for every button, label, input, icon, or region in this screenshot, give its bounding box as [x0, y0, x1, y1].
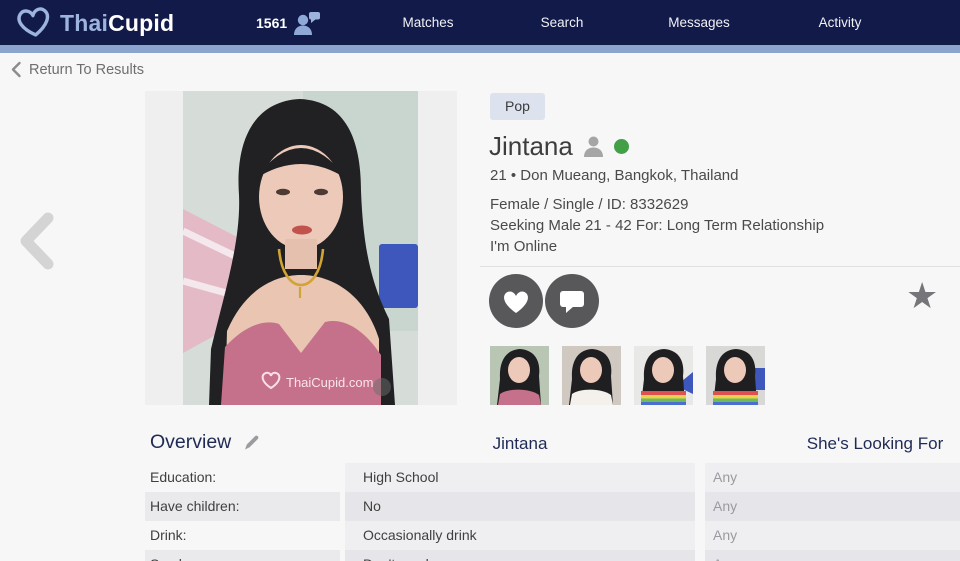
thumbnail-photo-4[interactable]: [706, 346, 765, 405]
chevron-left-icon: [10, 61, 22, 78]
profile-meta: Female / Single / ID: 8332629 Seeking Ma…: [490, 194, 824, 257]
table-row-drink: Drink: Occasionally drink Any: [0, 521, 960, 550]
message-button[interactable]: [545, 274, 599, 328]
heart-outline-icon: [14, 4, 54, 42]
panel-divider: [480, 266, 960, 267]
overview-table: Education: High School Any Have children…: [0, 463, 960, 561]
person-icon: [582, 135, 605, 158]
table-row-education: Education: High School Any: [0, 463, 960, 492]
overview-section-header: Overview: [150, 431, 261, 454]
looking-for-column-header: She's Looking For: [705, 434, 960, 454]
nav-tab-search[interactable]: Search: [541, 0, 584, 45]
return-to-results-label: Return To Results: [29, 62, 144, 78]
profile-name: Jintana: [489, 131, 573, 162]
photo-frame: ThaiCupid.com: [145, 91, 457, 405]
row-label: Have children:: [145, 492, 340, 521]
profile-photo[interactable]: ThaiCupid.com: [183, 91, 418, 405]
row-value: Don't smoke: [345, 550, 695, 561]
person-chat-icon: [292, 9, 322, 37]
row-label: Drink:: [145, 521, 340, 550]
favorite-star-button[interactable]: ★: [906, 278, 938, 314]
online-status-icon: [614, 139, 629, 154]
profile-name-row: Jintana: [489, 131, 629, 162]
profile-column-header: Jintana: [345, 434, 695, 454]
thumbnail-photo-2[interactable]: [562, 346, 621, 405]
brand-logo[interactable]: ThaiCupid: [14, 3, 174, 43]
pop-badge-button[interactable]: Pop: [490, 93, 545, 120]
navbar-accent-strip: [0, 45, 960, 53]
matches-count-value: 1561: [256, 15, 287, 31]
heart-icon: [501, 287, 531, 315]
profile-page: ThaiCupid 1561 Matches Search Messages A…: [0, 0, 960, 561]
like-button[interactable]: [489, 274, 543, 328]
photo-thumbnails: [490, 346, 765, 405]
seeking-line: Seeking Male 21 - 42 For: Long Term Rela…: [490, 215, 824, 236]
table-row-have-children: Have children: No Any: [0, 492, 960, 521]
gender-status-id: Female / Single / ID: 8332629: [490, 194, 824, 215]
row-label: Smoke:: [145, 550, 340, 561]
row-preference: Any: [705, 550, 960, 561]
overview-title: Overview: [150, 431, 231, 454]
top-navbar: ThaiCupid 1561 Matches Search Messages A…: [0, 0, 960, 45]
nav-tab-messages[interactable]: Messages: [668, 0, 730, 45]
row-value: Occasionally drink: [345, 521, 695, 550]
thumbnail-photo-1[interactable]: [490, 346, 549, 405]
row-label: Education:: [145, 463, 340, 492]
row-preference: Any: [705, 492, 960, 521]
thumbnail-photo-3[interactable]: [634, 346, 693, 405]
chevron-left-icon: [14, 211, 58, 271]
previous-photo-button[interactable]: [14, 211, 58, 276]
row-preference: Any: [705, 521, 960, 550]
nav-tab-matches[interactable]: Matches: [402, 0, 453, 45]
speech-bubble-icon: [558, 288, 586, 314]
row-preference: Any: [705, 463, 960, 492]
nav-tab-activity[interactable]: Activity: [819, 0, 862, 45]
table-row-smoke: Smoke: Don't smoke Any: [0, 550, 960, 561]
return-to-results-link[interactable]: Return To Results: [10, 61, 144, 78]
brand-name: ThaiCupid: [60, 10, 174, 37]
online-line: I'm Online: [490, 236, 824, 257]
age-location: 21 • Don Mueang, Bangkok, Thailand: [490, 167, 738, 184]
row-value: High School: [345, 463, 695, 492]
matches-count[interactable]: 1561: [256, 0, 322, 45]
pencil-icon[interactable]: [242, 433, 261, 452]
row-value: No: [345, 492, 695, 521]
svg-text:ThaiCupid.com: ThaiCupid.com: [286, 375, 373, 390]
